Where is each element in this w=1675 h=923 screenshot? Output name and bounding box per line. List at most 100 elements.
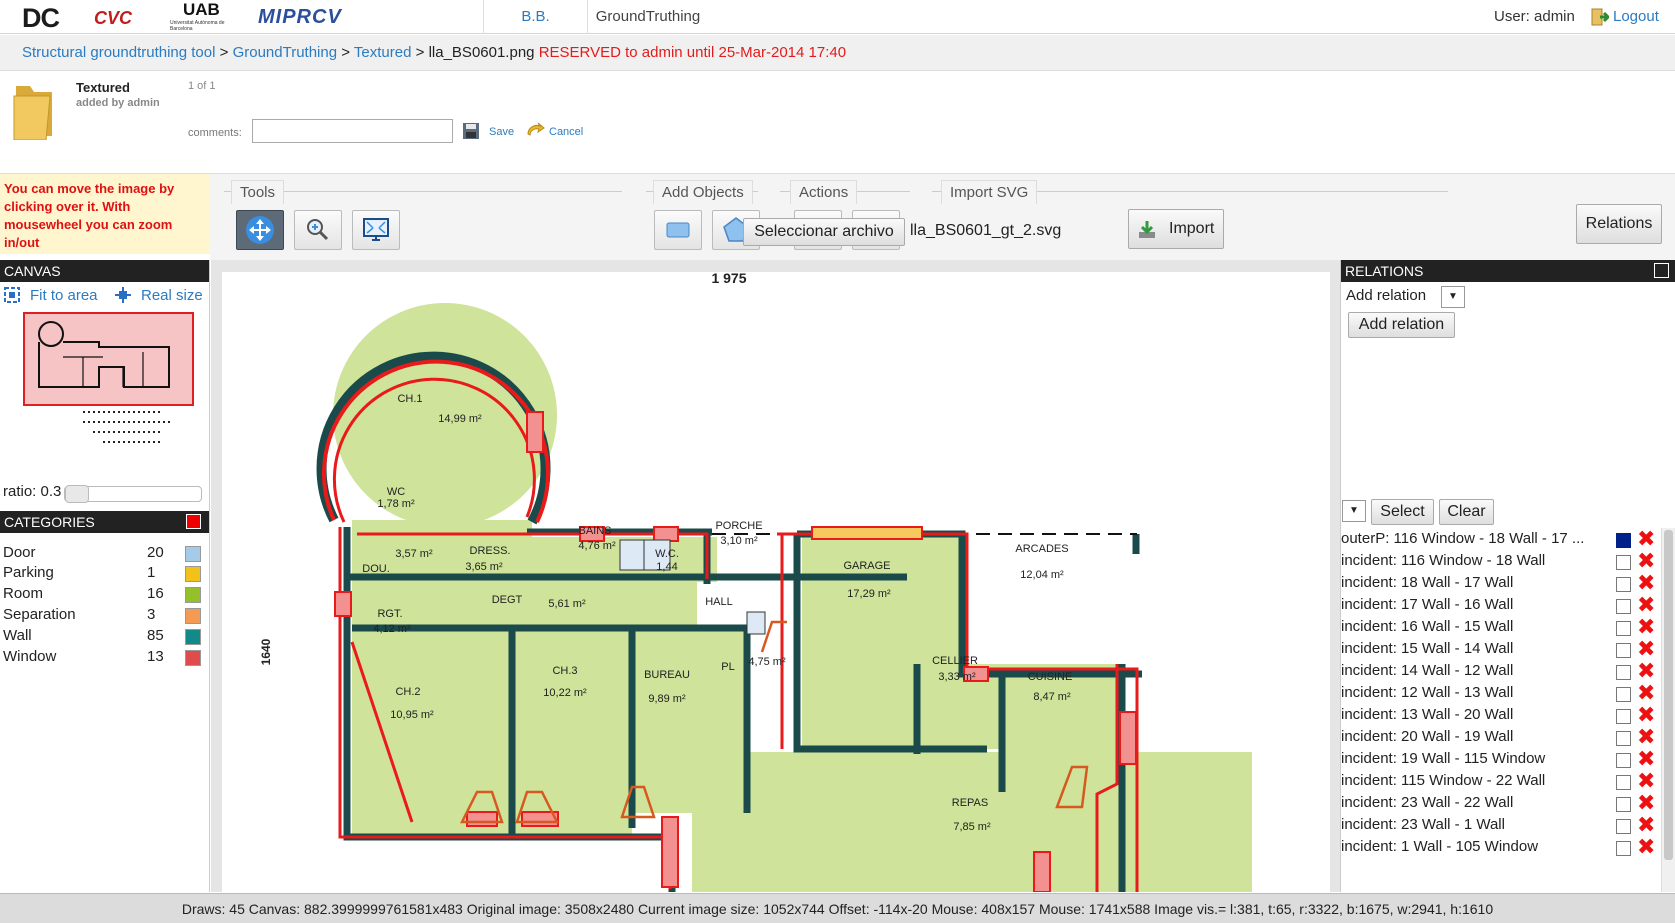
relation-checkbox[interactable]: [1616, 797, 1631, 812]
fit-screen-button[interactable]: [352, 210, 400, 250]
select-button[interactable]: Select: [1371, 499, 1434, 525]
delete-icon[interactable]: ✖: [1637, 638, 1655, 660]
relation-checkbox[interactable]: [1616, 533, 1631, 548]
category-color[interactable]: [185, 587, 201, 603]
relation-checkbox[interactable]: [1616, 775, 1631, 790]
delete-icon[interactable]: ✖: [1637, 616, 1655, 638]
save-icon[interactable]: [462, 122, 480, 140]
relation-checkbox[interactable]: [1616, 731, 1631, 746]
delete-icon[interactable]: ✖: [1637, 836, 1655, 858]
delete-icon[interactable]: ✖: [1637, 572, 1655, 594]
ratio-slider-handle[interactable]: [65, 485, 89, 503]
relation-row[interactable]: incident: 16 Wall - 15 Wall ✖: [1341, 616, 1661, 640]
import-icon: [1139, 221, 1155, 238]
delete-icon[interactable]: ✖: [1637, 770, 1655, 792]
annotation-canvas[interactable]: 1 975 1640 CH.1 14,99 m² WC 1,78 m² DOU.…: [211, 260, 1340, 892]
relation-row[interactable]: incident: 1 Wall - 105 Window ✖: [1341, 836, 1661, 860]
save-link[interactable]: Save: [489, 126, 514, 138]
logout-icon[interactable]: [1591, 8, 1611, 26]
relation-text: incident: 17 Wall - 16 Wall: [1341, 596, 1514, 613]
breadcrumb-link-groundtruthing[interactable]: GroundTruthing: [233, 44, 338, 61]
floorplan-image[interactable]: 1 975 1640 CH.1 14,99 m² WC 1,78 m² DOU.…: [222, 272, 1330, 892]
relation-checkbox[interactable]: [1616, 621, 1631, 636]
delete-icon[interactable]: ✖: [1637, 726, 1655, 748]
import-button[interactable]: Import: [1128, 209, 1224, 249]
relation-row[interactable]: incident: 15 Wall - 14 Wall ✖: [1341, 638, 1661, 662]
category-row-door[interactable]: Door 20: [3, 544, 203, 565]
clear-button[interactable]: Clear: [1439, 499, 1494, 525]
category-row-window[interactable]: Window 13: [3, 648, 203, 669]
move-tool-button[interactable]: [236, 210, 284, 250]
relation-checkbox[interactable]: [1616, 643, 1631, 658]
comments-input[interactable]: [252, 119, 453, 143]
relation-checkbox[interactable]: [1616, 599, 1631, 614]
real-size-link[interactable]: Real size: [141, 287, 203, 304]
category-color[interactable]: [185, 566, 201, 582]
logout-link[interactable]: Logout: [1613, 8, 1659, 25]
relation-row[interactable]: incident: 23 Wall - 22 Wall ✖: [1341, 792, 1661, 816]
add-rectangle-button[interactable]: [654, 210, 702, 250]
category-color[interactable]: [185, 629, 201, 645]
fit-to-area-link[interactable]: Fit to area: [30, 287, 98, 304]
relation-checkbox[interactable]: [1616, 687, 1631, 702]
relation-checkbox[interactable]: [1616, 577, 1631, 592]
delete-icon[interactable]: ✖: [1637, 550, 1655, 572]
breadcrumb-link-textured[interactable]: Textured: [354, 44, 412, 61]
delete-icon[interactable]: ✖: [1637, 528, 1655, 550]
relation-row[interactable]: outerP: 116 Window - 18 Wall - 17 ... ✖: [1341, 528, 1661, 552]
breadcrumb-link-tool[interactable]: Structural groundtruthing tool: [22, 44, 215, 61]
category-row-parking[interactable]: Parking 1: [3, 564, 203, 585]
cancel-icon[interactable]: [526, 122, 546, 140]
relations-button[interactable]: Relations: [1576, 204, 1662, 244]
relations-collapse-checkbox[interactable]: [1654, 263, 1669, 278]
relation-checkbox[interactable]: [1616, 709, 1631, 724]
relation-row[interactable]: incident: 116 Window - 18 Wall ✖: [1341, 550, 1661, 574]
delete-icon[interactable]: ✖: [1637, 704, 1655, 726]
category-color[interactable]: [185, 608, 201, 624]
zoom-tool-button[interactable]: [294, 210, 342, 250]
relation-checkbox[interactable]: [1616, 841, 1631, 856]
tab-groundtruthing[interactable]: GroundTruthing: [588, 0, 708, 34]
ratio-slider[interactable]: [64, 485, 202, 503]
category-color[interactable]: [185, 650, 201, 666]
import-label: Import: [1169, 220, 1215, 237]
relation-row[interactable]: incident: 17 Wall - 16 Wall ✖: [1341, 594, 1661, 618]
scrollbar-thumb[interactable]: [1664, 530, 1673, 860]
relation-checkbox[interactable]: [1616, 819, 1631, 834]
relations-scrollbar[interactable]: [1661, 528, 1675, 892]
relation-checkbox[interactable]: [1616, 665, 1631, 680]
relation-row[interactable]: incident: 23 Wall - 1 Wall ✖: [1341, 814, 1661, 838]
delete-icon[interactable]: ✖: [1637, 792, 1655, 814]
delete-icon[interactable]: ✖: [1637, 594, 1655, 616]
relation-row[interactable]: incident: 18 Wall - 17 Wall ✖: [1341, 572, 1661, 596]
delete-icon[interactable]: ✖: [1637, 682, 1655, 704]
fit-to-area-icon[interactable]: [4, 287, 20, 303]
delete-icon[interactable]: ✖: [1637, 814, 1655, 836]
canvas-minimap[interactable]: [23, 312, 194, 452]
category-row-separation[interactable]: Separation 3: [3, 606, 203, 627]
add-relation-button[interactable]: Add relation: [1348, 312, 1455, 338]
category-row-wall[interactable]: Wall 85: [3, 627, 203, 648]
relation-row[interactable]: incident: 13 Wall - 20 Wall ✖: [1341, 704, 1661, 728]
delete-icon[interactable]: ✖: [1637, 660, 1655, 682]
relation-row[interactable]: incident: 19 Wall - 115 Window ✖: [1341, 748, 1661, 772]
delete-icon[interactable]: ✖: [1637, 748, 1655, 770]
choose-file-button[interactable]: Seleccionar archivo: [743, 218, 905, 246]
categories-color-swatch[interactable]: [186, 514, 201, 529]
relation-text: incident: 23 Wall - 1 Wall: [1341, 816, 1505, 833]
room-label: GARAGE: [843, 560, 890, 572]
category-color[interactable]: [185, 546, 201, 562]
zoom-icon: [307, 219, 329, 241]
relation-row[interactable]: incident: 20 Wall - 19 Wall ✖: [1341, 726, 1661, 750]
relation-checkbox[interactable]: [1616, 555, 1631, 570]
cancel-link[interactable]: Cancel: [549, 126, 583, 138]
relation-type-select[interactable]: ▼: [1441, 286, 1465, 308]
real-size-icon[interactable]: [114, 287, 132, 303]
tab-bb[interactable]: B.B.: [483, 0, 588, 34]
relation-row[interactable]: incident: 12 Wall - 13 Wall ✖: [1341, 682, 1661, 706]
relation-filter-select[interactable]: ▼: [1342, 500, 1366, 522]
relation-row[interactable]: incident: 14 Wall - 12 Wall ✖: [1341, 660, 1661, 684]
relation-row[interactable]: incident: 115 Window - 22 Wall ✖: [1341, 770, 1661, 794]
category-row-room[interactable]: Room 16: [3, 585, 203, 606]
relation-checkbox[interactable]: [1616, 753, 1631, 768]
